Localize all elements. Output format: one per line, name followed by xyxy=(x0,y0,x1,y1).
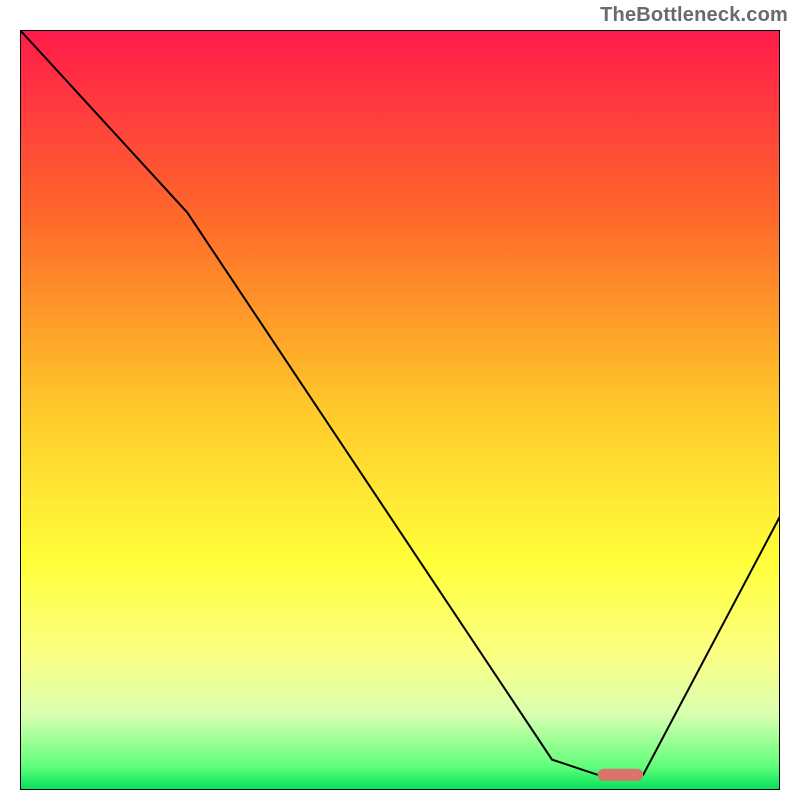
attribution-text: TheBottleneck.com xyxy=(600,4,788,27)
optimal-marker xyxy=(598,769,644,781)
bottleneck-chart xyxy=(20,30,780,790)
chart-background xyxy=(20,30,780,790)
